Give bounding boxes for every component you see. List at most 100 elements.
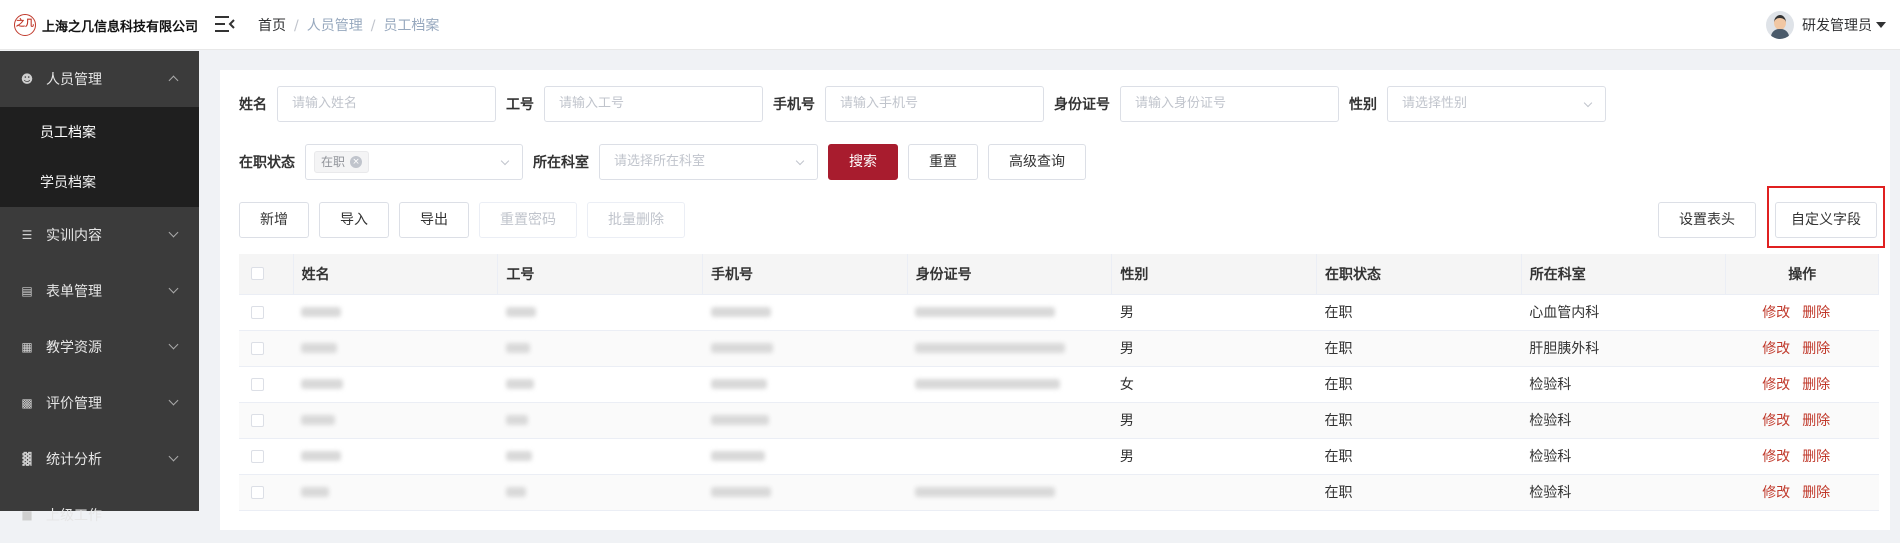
id-no-input[interactable]: 请输入身份证号 xyxy=(1120,86,1339,122)
sidebar-item-work[interactable]: ■ 上级工作 xyxy=(0,487,199,543)
delete-link[interactable]: 删除 xyxy=(1802,485,1830,501)
redacted-value xyxy=(301,451,342,461)
select-cell xyxy=(239,474,294,511)
edit-link[interactable]: 修改 xyxy=(1762,413,1790,429)
row-checkbox[interactable] xyxy=(251,341,264,355)
status-label: 在职状态 xyxy=(239,155,295,171)
export-button[interactable]: 导出 xyxy=(399,202,469,238)
chevron-down-icon xyxy=(168,227,179,238)
actions-cell: 修改 删除 xyxy=(1725,474,1879,511)
sidebar-item-training[interactable]: ☰ 实训内容 xyxy=(0,207,199,263)
breadcrumb-home[interactable]: 首页 xyxy=(258,18,286,34)
delete-link[interactable]: 删除 xyxy=(1802,449,1830,465)
sidebar-item-employee-files[interactable]: 员工档案 xyxy=(0,107,199,157)
dept-label: 所在科室 xyxy=(533,155,589,171)
redacted-value xyxy=(710,343,773,353)
table-row[interactable]: 男在职 检验科 修改 删除 xyxy=(239,402,1879,439)
edit-link[interactable]: 修改 xyxy=(1762,341,1790,357)
redacted-value xyxy=(301,487,330,497)
dept-cell: 检验科 xyxy=(1521,474,1726,511)
sidebar-item-statistics[interactable]: ▓ 统计分析 xyxy=(0,431,199,487)
sidebar-item-resources[interactable]: ▦ 教学资源 xyxy=(0,319,199,375)
table-row[interactable]: 女在职 检验科 修改 删除 xyxy=(239,366,1879,403)
sidebar-item-personnel[interactable]: ☻ 人员管理 xyxy=(0,51,199,107)
emp-no-input[interactable]: 请输入工号 xyxy=(544,86,763,122)
user-group-icon: ☻ xyxy=(20,72,34,86)
name-input[interactable]: 请输入姓名 xyxy=(277,86,496,122)
user-name[interactable]: 研发管理员 xyxy=(1802,15,1872,35)
user-menu[interactable]: 研发管理员 xyxy=(1766,11,1886,39)
col-id-no: 身份证号 xyxy=(907,254,1113,295)
search-button[interactable]: 搜索 xyxy=(828,144,898,180)
import-button[interactable]: 导入 xyxy=(319,202,389,238)
close-icon[interactable]: × xyxy=(350,156,363,168)
select-cell xyxy=(239,438,294,475)
chevron-down-icon xyxy=(168,395,179,406)
sidebar-item-evaluation[interactable]: ▩ 评价管理 xyxy=(0,375,199,431)
reset-button[interactable]: 重置 xyxy=(908,144,978,180)
name-cell xyxy=(293,366,498,403)
breadcrumb-level1[interactable]: 人员管理 xyxy=(307,18,363,34)
redacted-value xyxy=(710,415,769,425)
advanced-search-button[interactable]: 高级查询 xyxy=(988,144,1086,180)
phone-input[interactable]: 请输入手机号 xyxy=(825,86,1044,122)
name-label: 姓名 xyxy=(239,97,267,113)
resource-icon: ▦ xyxy=(21,340,33,354)
sidebar-item-forms[interactable]: ▤ 表单管理 xyxy=(0,263,199,319)
breadcrumb: 首页 / 人员管理 / 员工档案 xyxy=(258,18,440,34)
edit-link[interactable]: 修改 xyxy=(1762,449,1790,465)
select-cell xyxy=(239,294,294,331)
sidebar: ☻ 人员管理 员工档案 学员档案 ☰ 实训内容 ▤ 表单管理 ▦ 教学资源 ▩ … xyxy=(0,51,199,524)
name-cell xyxy=(293,294,498,331)
filter-row-2: 在职状态 在职 × 所在科室 请选择所在科室 搜索 重置 高级查询 xyxy=(239,144,1086,180)
sidebar-item-student-files[interactable]: 学员档案 xyxy=(0,157,199,207)
id-no-cell xyxy=(907,402,1112,439)
reset-password-button[interactable]: 重置密码 xyxy=(479,202,577,238)
company-name: 上海之几信息科技有限公司 xyxy=(42,19,199,35)
chevron-down-icon xyxy=(168,339,179,350)
status-cell: 在职 xyxy=(1316,438,1522,475)
redacted-value xyxy=(301,307,342,317)
col-actions: 操作 xyxy=(1725,254,1879,295)
delete-link[interactable]: 删除 xyxy=(1802,341,1830,357)
top-bar: 之几 上海之几信息科技有限公司 首页 / 人员管理 / 员工档案 研发管理员 xyxy=(0,0,1900,50)
edit-link[interactable]: 修改 xyxy=(1762,485,1790,501)
set-header-button[interactable]: 设置表头 xyxy=(1658,202,1756,238)
table-row[interactable]: 在职 检验科 修改 删除 xyxy=(239,474,1879,511)
avatar[interactable] xyxy=(1766,11,1794,39)
status-select[interactable]: 在职 × xyxy=(305,144,523,180)
chevron-down-icon xyxy=(168,451,179,462)
menu-toggle-icon[interactable] xyxy=(215,15,235,33)
evaluation-icon: ▩ xyxy=(21,396,33,410)
emp-no-cell xyxy=(497,330,703,367)
add-button[interactable]: 新增 xyxy=(239,202,309,238)
edit-link[interactable]: 修改 xyxy=(1762,305,1790,321)
row-checkbox[interactable] xyxy=(251,413,264,427)
redacted-value xyxy=(710,379,767,389)
table-row[interactable]: 男在职 检验科 修改 删除 xyxy=(239,438,1879,475)
actions-cell: 修改 删除 xyxy=(1725,330,1879,367)
delete-link[interactable]: 删除 xyxy=(1802,377,1830,393)
dept-select[interactable]: 请选择所在科室 xyxy=(599,144,818,180)
select-all-checkbox[interactable] xyxy=(251,267,264,281)
name-cell xyxy=(293,474,498,511)
row-checkbox[interactable] xyxy=(251,305,264,319)
delete-link[interactable]: 删除 xyxy=(1802,305,1830,321)
redacted-value xyxy=(915,307,1056,317)
gender-select[interactable]: 请选择性别 xyxy=(1387,86,1606,122)
redacted-value xyxy=(505,379,534,389)
gender-cell: 女 xyxy=(1111,366,1317,403)
redacted-value xyxy=(710,307,771,317)
row-checkbox[interactable] xyxy=(251,485,264,499)
table-row[interactable]: 男在职 肝胆胰外科 修改 删除 xyxy=(239,330,1879,367)
delete-link[interactable]: 删除 xyxy=(1802,413,1830,429)
batch-delete-button[interactable]: 批量删除 xyxy=(587,202,685,238)
table-row[interactable]: 男在职 心血管内科 修改 删除 xyxy=(239,294,1879,331)
edit-link[interactable]: 修改 xyxy=(1762,377,1790,393)
col-name: 姓名 xyxy=(293,254,499,295)
caret-down-icon[interactable] xyxy=(1876,22,1886,28)
company-logo[interactable]: 之几 上海之几信息科技有限公司 xyxy=(14,14,198,36)
gender-cell: 男 xyxy=(1111,294,1317,331)
row-checkbox[interactable] xyxy=(251,377,264,391)
row-checkbox[interactable] xyxy=(251,449,264,463)
